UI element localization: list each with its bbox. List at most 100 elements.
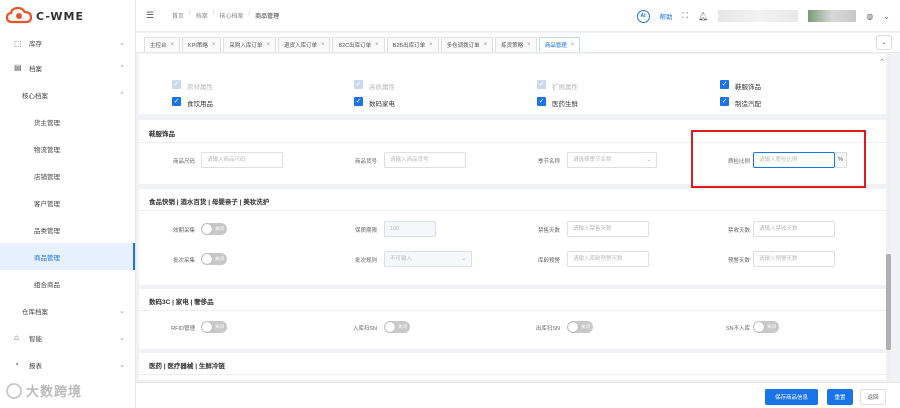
switch-knob bbox=[568, 322, 578, 332]
checkbox-raw-material: ✓ bbox=[172, 80, 181, 89]
bell-icon[interactable]: 🔔︎ bbox=[698, 12, 708, 21]
dropdown-icon[interactable]: ⌄ bbox=[883, 12, 890, 21]
header-actions: AI 帮助 ⛶ 🔔︎ ◍ ⌄ bbox=[636, 0, 890, 32]
field-label: 商品货号 bbox=[354, 159, 377, 165]
app-root: C-WME ⬚ 库存 ⌄ ▤ 档案 ⌃ 核心档案 ⌃ 货主管理 物流管理 店铺管… bbox=[0, 0, 900, 408]
no-receive-days-input[interactable]: 请输入禁收天数 bbox=[753, 221, 835, 237]
outbound-sn-switch[interactable]: 关闭 bbox=[567, 321, 593, 333]
tabs-more-button[interactable]: ⌄ bbox=[876, 35, 892, 50]
batch-collect-switch[interactable]: 关闭 bbox=[201, 253, 227, 265]
breadcrumb-item[interactable]: 首页 bbox=[172, 11, 184, 20]
sidebar-item-label: 核心档案 bbox=[22, 92, 48, 100]
back-button[interactable]: 返回 bbox=[860, 389, 886, 405]
sidebar-item-smart[interactable]: ⌂ 智能 ⌄ bbox=[0, 324, 135, 351]
close-icon[interactable]: × bbox=[212, 42, 216, 48]
logo-text: C-WME bbox=[36, 9, 84, 23]
close-icon[interactable]: × bbox=[484, 42, 488, 48]
switch-knob bbox=[202, 224, 212, 234]
switch-text: 关闭 bbox=[215, 226, 224, 231]
content-scrollbar[interactable] bbox=[886, 54, 891, 380]
sidebar-item-category[interactable]: 品类管理 bbox=[0, 216, 135, 243]
sidebar-item-label: 智能 bbox=[29, 335, 42, 343]
tab-b2b-outbound[interactable]: B2B出库订单 × bbox=[386, 37, 439, 52]
tab-b2c-outbound[interactable]: B2C出库订单 × bbox=[332, 37, 385, 52]
digital-section: 数码3C | 家电 | 奢侈品 RFID管理 关闭 入库扫SN 关闭 出库扫SN… bbox=[139, 289, 891, 349]
section-title: 鞋服饰品 bbox=[149, 131, 175, 138]
checkbox-digital[interactable]: ✓ bbox=[354, 97, 363, 106]
cloud-logo-icon bbox=[6, 7, 32, 24]
sidebar-item-archive[interactable]: ▤ 档案 ⌃ bbox=[0, 54, 135, 81]
fullscreen-icon[interactable]: ⛶ bbox=[683, 11, 689, 21]
sidebar-item-report[interactable]: ◔ 报表 ⌄ bbox=[0, 351, 135, 378]
close-icon[interactable]: × bbox=[375, 42, 379, 48]
top-header: ☰ 首页 / 档案 / 核心档案 / 商品管理 AI 帮助 ⛶ 🔔︎ ◍ ⌄ bbox=[136, 0, 900, 32]
sidebar-item-store[interactable]: 店铺管理 bbox=[0, 162, 135, 189]
tab-picking[interactable]: 拣货策略 × bbox=[495, 37, 537, 52]
sidebar-item-product[interactable]: 商品管理 bbox=[0, 243, 135, 270]
tab-label: B2C出库订单 bbox=[338, 43, 372, 49]
sku-input[interactable]: 请输入商品货号 bbox=[384, 152, 466, 168]
close-icon[interactable]: × bbox=[321, 42, 325, 48]
chevron-down-icon: ⌄ bbox=[119, 334, 125, 342]
close-icon[interactable]: × bbox=[429, 42, 433, 48]
close-icon[interactable]: × bbox=[571, 42, 575, 48]
field-label: 批次采集 bbox=[172, 258, 195, 264]
highlight-box bbox=[691, 130, 866, 188]
tab-product-management[interactable]: 商品管理 × bbox=[538, 37, 581, 52]
food-section: 食品快销 | 酒水百货 | 母婴亲子 | 美妆洗护 效期采集 关闭 保质期限 1… bbox=[139, 189, 891, 285]
field-label: 季节名称 bbox=[537, 159, 560, 165]
help-link[interactable]: 帮助 bbox=[660, 11, 673, 21]
field-label: 禁售天数 bbox=[537, 228, 560, 234]
tab-kpi[interactable]: KPI策略 × bbox=[182, 37, 222, 52]
sidebar-item-label: 物流管理 bbox=[34, 146, 60, 154]
switch-text: 关闭 bbox=[398, 324, 407, 329]
chevron-up-icon: ⌃ bbox=[119, 91, 125, 99]
chevron-up-icon[interactable]: ⌃ bbox=[879, 58, 885, 66]
size-input[interactable]: 请输入商品尺码 bbox=[201, 152, 283, 168]
select-placeholder: 请选择季节名称 bbox=[573, 157, 612, 163]
inbound-sn-switch[interactable]: 关闭 bbox=[384, 321, 410, 333]
expiry-collect-switch[interactable]: 关闭 bbox=[201, 223, 227, 235]
sidebar-item-combo-product[interactable]: 组合商品 bbox=[0, 270, 135, 297]
blurred-avatar[interactable] bbox=[808, 10, 857, 22]
field-label: 入库扫SN bbox=[352, 326, 377, 332]
tab-transfer[interactable]: 多仓调拨订单 × bbox=[440, 37, 494, 52]
checkbox-apparel[interactable]: ✓ bbox=[720, 80, 729, 89]
checkbox-food[interactable]: ✓ bbox=[172, 97, 181, 106]
scrollbar-thumb[interactable] bbox=[886, 254, 891, 350]
sidebar-item-logistics[interactable]: 物流管理 bbox=[0, 135, 135, 162]
save-product-button[interactable]: 保存商品信息 bbox=[765, 389, 818, 405]
breadcrumb-item[interactable]: 档案 bbox=[196, 11, 208, 20]
sidebar-item-inventory[interactable]: ⬚ 库存 ⌄ bbox=[0, 32, 135, 54]
footer-actions: 保存商品信息 重置 返回 bbox=[136, 382, 900, 408]
warning-days-input[interactable]: 请输入预警天数 bbox=[753, 251, 835, 267]
tab-purchase-inbound[interactable]: 采购入库订单 × bbox=[223, 37, 276, 52]
tab-dashboard[interactable]: 主控台 × bbox=[144, 37, 181, 52]
sidebar-item-label: 品类管理 bbox=[34, 227, 60, 235]
tab-return-inbound[interactable]: 退货入库订单 × bbox=[277, 37, 331, 52]
reset-button[interactable]: 重置 bbox=[827, 389, 853, 405]
breadcrumb-separator: / bbox=[212, 11, 215, 17]
switch-knob bbox=[202, 254, 212, 264]
checkbox-medical[interactable]: ✓ bbox=[537, 97, 546, 106]
ai-assistant-button[interactable]: AI bbox=[636, 9, 650, 23]
section-title: 医药 | 医疗器械 | 生鲜冷链 bbox=[149, 363, 225, 370]
sidebar-item-warehouse-archive[interactable]: 仓库档案 ⌄ bbox=[0, 297, 135, 324]
sidebar-item-core-archive[interactable]: 核心档案 ⌃ bbox=[0, 81, 135, 108]
menu-toggle-icon[interactable]: ☰ bbox=[146, 10, 160, 21]
checkbox-manufacturing[interactable]: ✓ bbox=[720, 97, 729, 106]
season-select[interactable]: 请选择季节名称 ⌄ bbox=[567, 152, 657, 168]
close-icon[interactable]: × bbox=[171, 42, 175, 48]
close-icon[interactable]: × bbox=[266, 42, 270, 48]
sidebar-item-owner[interactable]: 货主管理 bbox=[0, 108, 135, 135]
breadcrumb-item[interactable]: 核心档案 bbox=[219, 11, 243, 20]
rfid-switch[interactable]: 关闭 bbox=[201, 321, 227, 333]
sn-no-stock-switch[interactable]: 关闭 bbox=[753, 321, 779, 333]
sidebar-item-customer[interactable]: 客户管理 bbox=[0, 189, 135, 216]
close-icon[interactable]: × bbox=[527, 42, 531, 48]
sidebar-item-label: 库存 bbox=[29, 41, 42, 48]
sidebar-item-label: 报表 bbox=[29, 362, 42, 370]
stock-age-warning-input[interactable]: 请输入库龄预警天数 bbox=[567, 251, 649, 267]
no-sale-days-input[interactable]: 请输入禁售天数 bbox=[567, 221, 649, 237]
globe-icon[interactable]: ◍ bbox=[866, 12, 873, 21]
